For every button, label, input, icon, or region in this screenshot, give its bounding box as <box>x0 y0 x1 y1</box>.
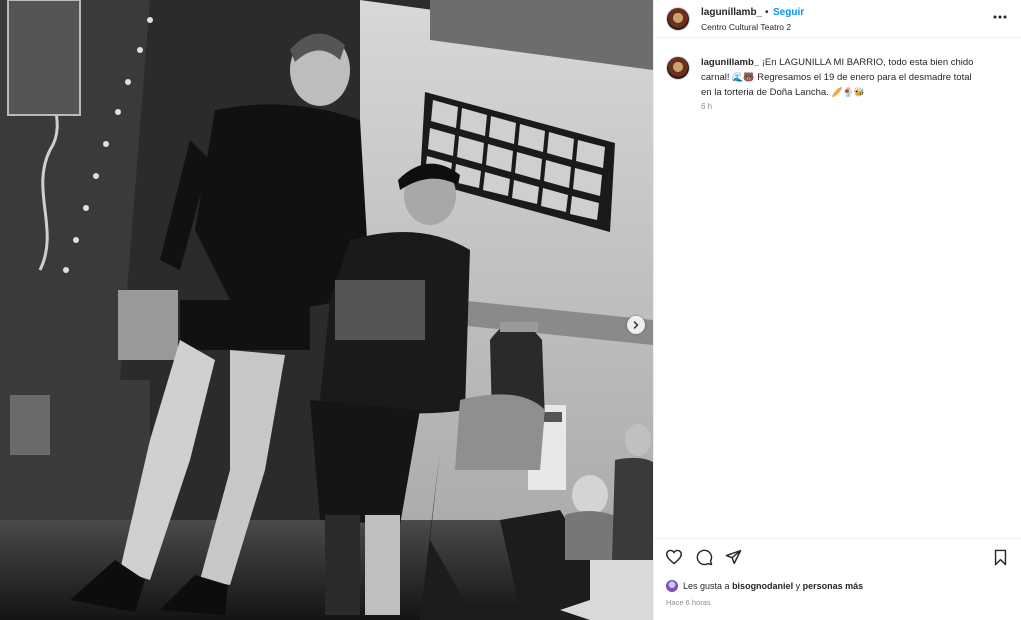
likes-summary: Les gusta a bisognodaniel y personas más <box>666 579 863 593</box>
post-timestamp[interactable]: Hace 6 horas <box>666 598 711 607</box>
likes-prefix: Les gusta a <box>683 581 730 591</box>
send-icon <box>725 549 742 565</box>
chevron-right-icon <box>633 321 639 329</box>
heart-icon <box>666 549 682 565</box>
stage-photo-illustration <box>0 0 653 620</box>
comment-button[interactable] <box>696 549 713 571</box>
post-caption: lagunillamb_ ¡En LAGUNILLA MI BARRIO, to… <box>701 56 1001 100</box>
share-button[interactable] <box>725 549 742 570</box>
post-location[interactable]: Centro Cultural Teatro 2 <box>701 22 791 32</box>
caption-author-avatar[interactable] <box>666 56 690 80</box>
save-button[interactable] <box>993 549 1008 571</box>
follow-button[interactable]: Seguir <box>773 7 804 18</box>
bookmark-icon <box>994 549 1007 566</box>
likes-middle: y <box>795 581 801 591</box>
more-options-button[interactable] <box>992 10 1008 24</box>
like-button[interactable] <box>665 549 683 570</box>
likes-others-link[interactable]: personas más <box>803 581 864 591</box>
post-side-panel: lagunillamb_ • Seguir Centro Cultural Te… <box>653 0 1021 620</box>
caption-emojis-1: 🌊🐻 <box>732 72 755 82</box>
comment-icon <box>696 549 713 566</box>
post-photo <box>0 0 653 620</box>
post-header: lagunillamb_ • Seguir Centro Cultural Te… <box>654 0 1021 38</box>
post-actions-bar <box>654 538 1021 576</box>
caption-username[interactable]: lagunillamb_ <box>701 57 759 68</box>
caption-emojis-2: 🥖🍨🐝 <box>831 87 866 97</box>
caption-line-1: ¡En LAGUNILLA MI BARRIO, todo esta bien … <box>761 57 974 68</box>
next-photo-button[interactable] <box>627 316 645 334</box>
caption-line-2-rest: Regresamos el 19 de enero para el desmad… <box>757 72 972 83</box>
author-avatar[interactable] <box>666 7 690 31</box>
caption-line-3-text: en la torteria de Doña Lancha. <box>701 87 829 98</box>
caption-timestamp[interactable]: 6 h <box>701 102 712 111</box>
separator-dot: • <box>765 7 769 18</box>
liker-avatar[interactable] <box>666 580 678 592</box>
liker-username[interactable]: bisognodaniel <box>732 581 793 591</box>
caption-line-2-text: carnal! <box>701 72 730 83</box>
more-horizontal-icon <box>993 15 1007 19</box>
author-username[interactable]: lagunillamb_ <box>701 7 762 18</box>
